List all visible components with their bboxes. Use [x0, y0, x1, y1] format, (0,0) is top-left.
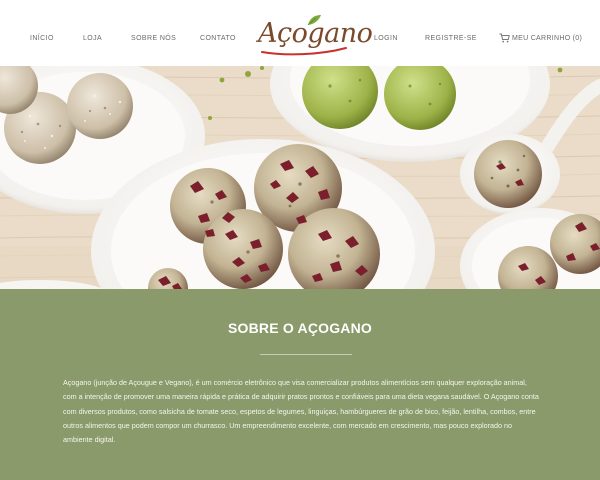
hero-food-photo: [0, 66, 600, 289]
nav-loja[interactable]: LOJA: [83, 35, 102, 42]
nav-sobre-nos[interactable]: SOBRE NÓS: [131, 35, 176, 42]
hero-image: [0, 66, 600, 289]
site-header: INÍCIO LOJA SOBRE NÓS CONTATO Açogano LO…: [0, 0, 600, 66]
logo-swoosh-icon: [261, 47, 347, 56]
cart-label: MEU CARRINHO (0): [512, 34, 583, 42]
brand-logo[interactable]: Açogano: [258, 15, 373, 56]
about-divider: [260, 354, 352, 355]
nav-login[interactable]: LOGIN: [374, 35, 398, 42]
shopping-cart-icon: [499, 33, 510, 43]
nav-contato[interactable]: CONTATO: [200, 35, 236, 42]
nav-registre-se[interactable]: REGISTRE-SE: [425, 35, 477, 42]
about-description: Açogano (junção de Açougue e Vegano), é …: [63, 378, 539, 445]
about-title: SOBRE O AÇOGANO: [227, 320, 373, 336]
about-section: SOBRE O AÇOGANO Açogano (junção de Açoug…: [0, 289, 600, 480]
leaf-icon: [307, 15, 321, 26]
nav-inicio[interactable]: INÍCIO: [30, 35, 54, 42]
cart-link[interactable]: MEU CARRINHO (0): [499, 33, 582, 43]
